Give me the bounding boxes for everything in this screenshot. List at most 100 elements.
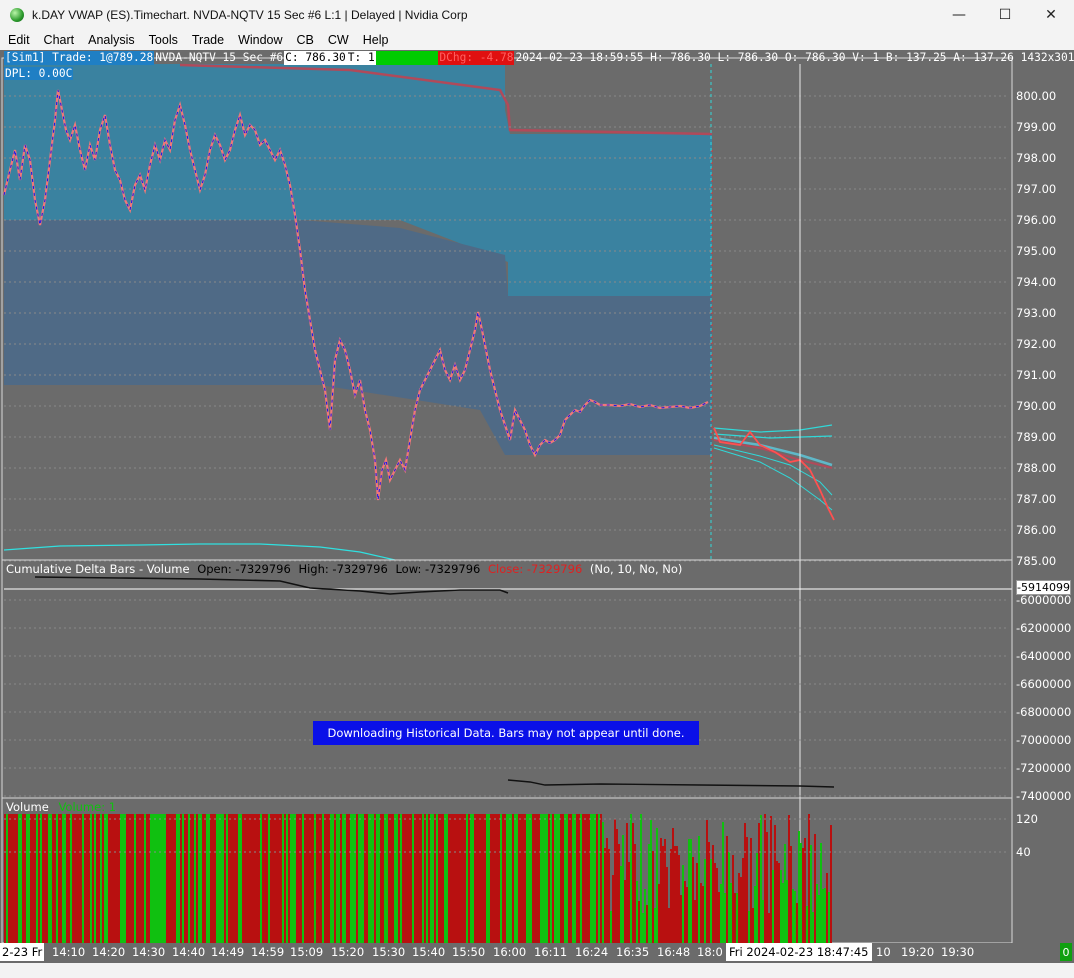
volume-bar bbox=[236, 814, 238, 943]
volume-bar bbox=[672, 828, 674, 943]
volume-pane-title: Volume Volume: 1 bbox=[6, 800, 116, 814]
volume-bar bbox=[200, 814, 202, 943]
volume-bar bbox=[70, 814, 72, 943]
volume-bar bbox=[594, 814, 596, 943]
day-change-label: DChg: -4.78 bbox=[438, 51, 515, 65]
volume-bar bbox=[56, 814, 58, 943]
volume-bar bbox=[776, 861, 778, 943]
volume-bar bbox=[680, 895, 682, 943]
chart-area[interactable]: 800.00 799.00 798.00 797.00 796.00 795.00 794.… bbox=[0, 50, 1074, 978]
menu-chart[interactable]: Chart bbox=[37, 33, 82, 47]
volume-bar bbox=[500, 814, 502, 943]
volume-bar bbox=[726, 836, 728, 943]
menu-cw[interactable]: CW bbox=[321, 33, 356, 47]
volume-bar bbox=[692, 857, 694, 943]
volume-bar bbox=[332, 814, 334, 943]
volume-bar bbox=[104, 814, 106, 943]
volume-bar bbox=[100, 814, 102, 943]
volume-bar bbox=[804, 838, 806, 943]
volume-bar bbox=[620, 866, 622, 943]
volume-bar bbox=[602, 822, 604, 943]
volume-bar bbox=[724, 893, 726, 943]
cd-title: Cumulative Delta Bars - Volume bbox=[6, 562, 190, 576]
app-globe-icon bbox=[10, 8, 24, 22]
volume-bar bbox=[764, 814, 766, 943]
price-axis-label: 792.00 bbox=[1016, 337, 1056, 351]
volume-bar bbox=[480, 814, 482, 943]
menu-help[interactable]: Help bbox=[356, 33, 396, 47]
volume-bar bbox=[246, 814, 248, 943]
volume-bar bbox=[550, 814, 552, 943]
menu-cb[interactable]: CB bbox=[290, 33, 321, 47]
title-bar[interactable]: k.DAY VWAP (ES).Timechart. NVDA-NQTV 15 … bbox=[0, 0, 1074, 30]
volume-bar bbox=[82, 814, 84, 943]
volume-bar bbox=[318, 814, 320, 943]
volume-bar bbox=[706, 820, 708, 943]
volume-bar bbox=[708, 842, 710, 943]
volume-bar bbox=[532, 814, 534, 943]
maximize-button[interactable]: ☐ bbox=[982, 0, 1028, 30]
volume-bar bbox=[22, 814, 24, 943]
menu-edit[interactable]: Edit bbox=[0, 33, 37, 47]
volume-bar bbox=[502, 814, 504, 943]
volume-bar bbox=[704, 859, 706, 943]
volume-bar bbox=[682, 865, 684, 943]
volume-bar bbox=[508, 814, 510, 943]
volume-bar bbox=[38, 814, 40, 943]
volume-bar bbox=[430, 814, 432, 943]
time-axis: 2-23 Fr 14:10 14:20 14:30 14:40 14:49 14:59 15… bbox=[0, 943, 1074, 963]
volume-bar bbox=[384, 814, 386, 943]
time-axis-left-date: 2-23 Fr bbox=[0, 943, 45, 961]
menu-window[interactable]: Window bbox=[231, 33, 289, 47]
volume-bar bbox=[138, 814, 140, 943]
volume-bar bbox=[462, 814, 464, 943]
minimize-button[interactable]: — bbox=[936, 0, 982, 30]
volume-bar bbox=[364, 814, 366, 943]
volume-bar bbox=[284, 814, 286, 943]
volume-bar bbox=[488, 814, 490, 943]
volume-bar bbox=[820, 843, 822, 943]
menu-tools[interactable]: Tools bbox=[142, 33, 185, 47]
close-button[interactable]: ✕ bbox=[1028, 0, 1074, 30]
status-indicator[interactable]: 0 bbox=[1060, 943, 1072, 961]
volume-bar bbox=[600, 814, 602, 943]
volume-bar bbox=[548, 814, 550, 943]
volume-bar bbox=[190, 814, 192, 943]
volume-bar bbox=[654, 908, 656, 943]
volume-bar bbox=[44, 814, 46, 943]
menu-trade[interactable]: Trade bbox=[185, 33, 231, 47]
volume-bar bbox=[72, 814, 74, 943]
chart-canvas[interactable]: 800.00 799.00 798.00 797.00 796.00 795.00 794.… bbox=[0, 50, 1074, 943]
volume-bar bbox=[598, 814, 600, 943]
menu-analysis[interactable]: Analysis bbox=[81, 33, 142, 47]
volume-bar bbox=[424, 814, 426, 943]
cursor-time-label: Fri 2024-02-23 18:47:45 bbox=[726, 943, 872, 961]
volume-bar bbox=[418, 814, 420, 943]
volume-bar bbox=[214, 814, 216, 943]
volume-bar bbox=[422, 814, 424, 943]
volume-bar bbox=[610, 911, 612, 943]
volume-bar bbox=[202, 814, 204, 943]
volume-bar bbox=[504, 814, 506, 943]
volume-bar bbox=[320, 814, 322, 943]
time-axis-label: 14:10 bbox=[52, 945, 86, 959]
volume-bar bbox=[652, 851, 654, 943]
volume-bar bbox=[558, 814, 560, 943]
volume-bar bbox=[350, 814, 352, 943]
sim-trade-label[interactable]: [Sim1] Trade: 1@789.28 bbox=[4, 51, 155, 65]
volume-bar bbox=[220, 814, 222, 943]
time-axis-label: 15:09 bbox=[290, 945, 324, 959]
cumulative-delta-line-2 bbox=[507, 779, 835, 788]
volume-bar bbox=[362, 814, 364, 943]
volume-bar bbox=[506, 814, 508, 943]
volume-bar bbox=[168, 814, 170, 943]
volume-bar bbox=[580, 814, 582, 943]
time-axis-label: 16:24 bbox=[575, 945, 609, 959]
price-axis-label: 796.00 bbox=[1016, 213, 1056, 227]
volume-bar bbox=[128, 814, 130, 943]
volume-bar bbox=[498, 814, 500, 943]
cd-axis: -6000000 -6200000 -6400000 -6600000 -6800000… bbox=[4, 593, 1071, 803]
volume-bar bbox=[770, 816, 772, 943]
volume-bar bbox=[76, 814, 78, 943]
volume-bar bbox=[80, 814, 82, 943]
